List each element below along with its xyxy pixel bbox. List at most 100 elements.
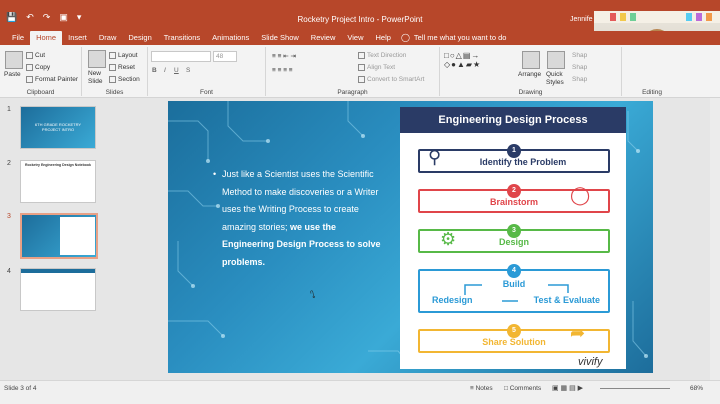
zoom-level[interactable]: 68% [690, 385, 703, 392]
font-size-field[interactable]: 48 [213, 51, 237, 62]
section-label: Section [118, 76, 140, 84]
tab-transitions[interactable]: Transitions [158, 31, 206, 45]
step-label: Design [498, 237, 529, 247]
bullets-icon[interactable]: ≡ ≡ ⇤ ⇥ [272, 52, 296, 60]
italic-button[interactable]: I [164, 67, 166, 74]
notes-label: Notes [475, 385, 493, 392]
tab-animations[interactable]: Animations [206, 31, 255, 45]
convert-smartart-label: Convert to SmartArt [367, 76, 425, 84]
tab-home[interactable]: Home [30, 31, 63, 45]
bold-button[interactable]: B [152, 67, 157, 74]
format-painter-button[interactable]: Format Painter [26, 76, 78, 83]
paste-icon[interactable] [5, 51, 23, 69]
user-name[interactable]: Jennife [570, 16, 593, 23]
text-direction-button[interactable]: Text Direction [358, 52, 406, 59]
font-group: 48 B I U S Font [148, 47, 266, 96]
reset-button[interactable]: Reset [109, 64, 135, 71]
comments-button[interactable]: □ Comments [504, 385, 541, 392]
clipboard-label: Clipboard [26, 89, 55, 96]
thumb-header [21, 269, 95, 273]
view-buttons[interactable]: ▣ ▦ ▤ ▶ [552, 384, 583, 392]
tab-help[interactable]: Help [370, 31, 397, 45]
copy-label: Copy [35, 64, 51, 72]
tab-design[interactable]: Design [122, 31, 157, 45]
shapes-gallery[interactable]: □○△▤→ ◇●▲▰★ [444, 51, 481, 69]
thumb-title: Rocketry Engineering Design Notebook [25, 163, 91, 167]
paste-button[interactable]: Paste [4, 71, 21, 78]
tab-review[interactable]: Review [305, 31, 342, 45]
align-text-icon [358, 64, 365, 71]
thumb-number: 3 [7, 213, 11, 220]
thumb-number: 2 [7, 160, 11, 167]
align-text-button[interactable]: Align Text [358, 64, 395, 71]
slide-thumbnail-4[interactable] [20, 268, 96, 311]
ribbon-tabs: File Home Insert Draw Design Transitions… [0, 31, 720, 45]
quick-styles-icon[interactable] [547, 51, 565, 69]
vertical-scrollbar[interactable] [710, 98, 720, 380]
new-slide-label-2[interactable]: Slide [88, 78, 102, 85]
tab-draw[interactable]: Draw [93, 31, 123, 45]
lightbulb-icon: ◯ [570, 185, 591, 205]
step-label: Identify the Problem [479, 157, 567, 167]
layout-button[interactable]: Layout [109, 52, 138, 59]
mouse-cursor-icon: ⭛ [310, 290, 316, 301]
cycle-arrows-icon [464, 284, 569, 302]
slide-counter: Slide 3 of 4 [4, 385, 37, 392]
tell-me-search[interactable]: Tell me what you want to do [414, 31, 507, 45]
quick-styles-label-2[interactable]: Styles [546, 79, 564, 86]
tab-insert[interactable]: Insert [62, 31, 93, 45]
step-number: 2 [507, 184, 521, 198]
tab-slide-show[interactable]: Slide Show [255, 31, 305, 45]
slide-thumbnail-2[interactable]: Rocketry Engineering Design Notebook [20, 160, 96, 203]
section-button[interactable]: Section [109, 76, 140, 83]
shape-outline-button[interactable]: Shap [572, 64, 587, 71]
arrange-icon[interactable] [522, 51, 540, 69]
notes-button[interactable]: ≡ Notes [470, 385, 493, 392]
underline-button[interactable]: U [174, 67, 179, 74]
copy-icon [26, 64, 33, 71]
tab-file[interactable]: File [6, 31, 30, 45]
zoom-slider[interactable] [600, 388, 670, 389]
slide-thumbnails-pane: 1 6TH GRADE ROCKETRY PROJECT INTRO 2 Roc… [0, 98, 102, 380]
step-number: 1 [507, 144, 521, 158]
brush-icon [26, 76, 33, 83]
new-slide-label-1[interactable]: New [88, 70, 101, 77]
font-name-field[interactable] [151, 51, 211, 62]
arrange-button[interactable]: Arrange [518, 71, 541, 78]
convert-smartart-button[interactable]: Convert to SmartArt [358, 76, 424, 83]
design-process-graphic[interactable]: Engineering Design Process 1 ⚲ Identify … [400, 107, 626, 369]
step-share: 5 Share Solution ➦ [418, 323, 610, 353]
strikethrough-button[interactable]: S [186, 67, 190, 74]
format-painter-label: Format Painter [35, 76, 78, 84]
smartart-icon [358, 76, 365, 83]
lightbulb-icon: ◯ [400, 33, 410, 42]
align-icons[interactable]: ≡ ≡ ≡ ≡ [272, 67, 293, 74]
text-direction-label: Text Direction [367, 52, 407, 60]
thumb-number: 1 [7, 106, 11, 113]
layout-label: Layout [118, 52, 138, 60]
text-direction-icon [358, 52, 365, 59]
status-bar: Slide 3 of 4 ≡ Notes □ Comments ▣ ▦ ▤ ▶ … [0, 380, 720, 404]
slide-thumbnail-1[interactable]: 6TH GRADE ROCKETRY PROJECT INTRO [20, 106, 96, 149]
copy-button[interactable]: Copy [26, 64, 50, 71]
scissors-icon [26, 52, 33, 59]
slide-body-text[interactable]: • Just like a Scientist uses the Scienti… [213, 166, 382, 271]
step-identify: 1 ⚲ Identify the Problem [418, 144, 610, 173]
slide-canvas[interactable]: • Just like a Scientist uses the Scienti… [168, 101, 653, 373]
new-slide-icon[interactable] [88, 50, 106, 68]
shape-fill-button[interactable]: Shap [572, 52, 587, 59]
tab-view[interactable]: View [341, 31, 369, 45]
thumb-panel [60, 217, 95, 255]
align-text-label: Align Text [367, 64, 396, 72]
clipboard-group: Paste Cut Copy Format Painter Clipboard [0, 47, 82, 96]
quick-styles-label-1[interactable]: Quick [546, 71, 563, 78]
editing-group: Editing [622, 47, 682, 96]
thumb-title: 6TH GRADE ROCKETRY PROJECT INTRO [34, 122, 82, 132]
step-brainstorm: 2 Brainstorm ◯ [418, 184, 610, 213]
vivify-logo: vivify [578, 356, 603, 368]
paragraph-label: Paragraph [337, 89, 368, 96]
cut-button[interactable]: Cut [26, 52, 45, 59]
paragraph-group: ≡ ≡ ⇤ ⇥ ≡ ≡ ≡ ≡ Text Direction Align Tex… [266, 47, 440, 96]
slide-thumbnail-3[interactable] [20, 213, 98, 259]
shape-effects-button[interactable]: Shap [572, 76, 587, 83]
